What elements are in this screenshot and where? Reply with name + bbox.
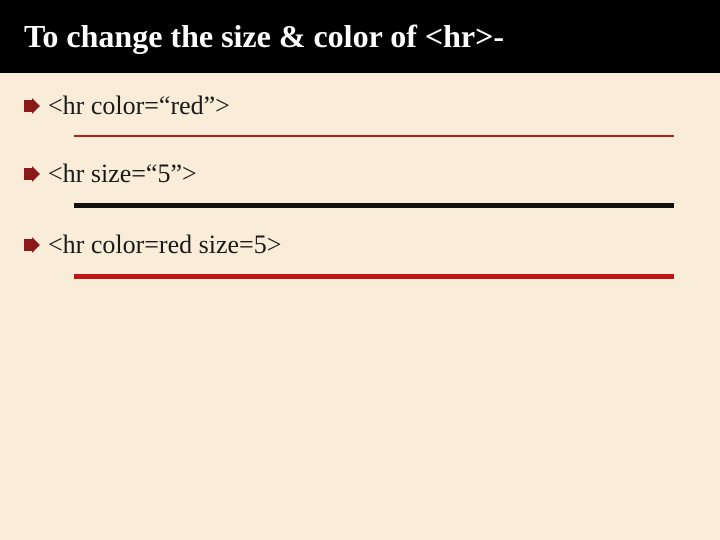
hr-example-size5	[74, 203, 674, 208]
slide-content: <hr color=“red”> <hr size=“5”> <hr color…	[0, 73, 720, 279]
list-item: <hr size=“5”>	[24, 159, 696, 208]
bullet-arrow-icon	[24, 98, 40, 114]
bullet-arrow-icon	[24, 237, 40, 253]
hr-example-red-size5	[74, 274, 674, 279]
slide-title: To change the size & color of <hr>-	[0, 0, 720, 73]
list-item: <hr color=“red”>	[24, 91, 696, 137]
list-item-label: <hr size=“5”>	[48, 159, 197, 189]
list-item: <hr color=red size=5>	[24, 230, 696, 279]
list-item-label: <hr color=red size=5>	[48, 230, 281, 260]
list-item-label: <hr color=“red”>	[48, 91, 230, 121]
bullet-arrow-icon	[24, 166, 40, 182]
hr-example-red	[74, 135, 674, 137]
